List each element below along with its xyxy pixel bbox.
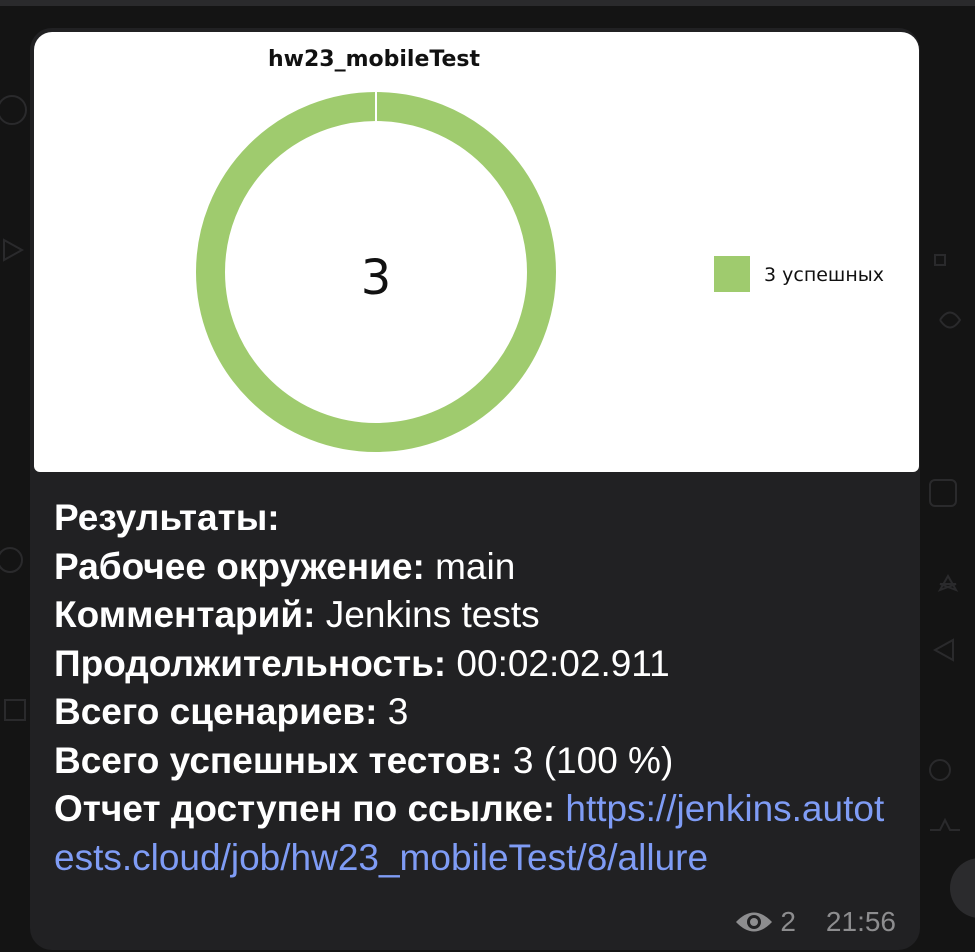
comment-label: Комментарий:	[54, 594, 316, 635]
message-meta: 2 21:56	[734, 906, 896, 938]
env-label: Рабочее окружение:	[54, 545, 425, 587]
comment-value: Jenkins tests	[315, 594, 540, 635]
scenarios-value: 3	[377, 691, 409, 732]
donut-chart: hw23_mobileTest 3 3 успешных	[196, 47, 884, 452]
legend-swatch	[714, 256, 750, 292]
chart-image[interactable]: hw23_mobileTest 3 3 успешных	[34, 32, 919, 472]
scroll-down-button[interactable]	[950, 858, 975, 918]
report-line: Отчет доступен по ссылке: https://jenkin…	[54, 785, 904, 882]
scenarios-line: Всего сценариев: 3	[54, 688, 904, 737]
views-count: 2	[780, 906, 796, 937]
report-label: Отчет доступен по ссылке:	[54, 788, 556, 829]
top-bar	[0, 0, 975, 6]
eye-icon	[736, 912, 773, 932]
message-time: 21:56	[825, 906, 896, 937]
passed-value: 3 (100 %)	[502, 739, 674, 781]
duration-line: Продолжительность: 00:02:02.911	[54, 640, 904, 689]
chart-center-value: 3	[361, 250, 392, 306]
chart-legend: 3 успешных	[714, 256, 884, 292]
message-text: Результаты: Рабочее окружение: main Комм…	[54, 494, 904, 882]
duration-label: Продолжительность:	[54, 642, 447, 684]
comment-line: Комментарий: Jenkins tests	[54, 591, 904, 640]
scenarios-label: Всего сценариев:	[54, 691, 378, 732]
passed-label: Всего успешных тестов:	[54, 739, 503, 781]
env-value: main	[424, 545, 516, 587]
message-bubble[interactable]: hw23_mobileTest 3 3 успешных Результаты:…	[30, 28, 920, 950]
results-heading: Результаты:	[54, 497, 280, 538]
duration-value: 00:02:02.911	[446, 642, 670, 684]
passed-line: Всего успешных тестов: 3 (100 %)	[54, 737, 904, 786]
legend-label: 3 успешных	[764, 264, 884, 286]
chart-title: hw23_mobileTest	[268, 47, 480, 72]
env-line: Рабочее окружение: main	[54, 543, 904, 592]
